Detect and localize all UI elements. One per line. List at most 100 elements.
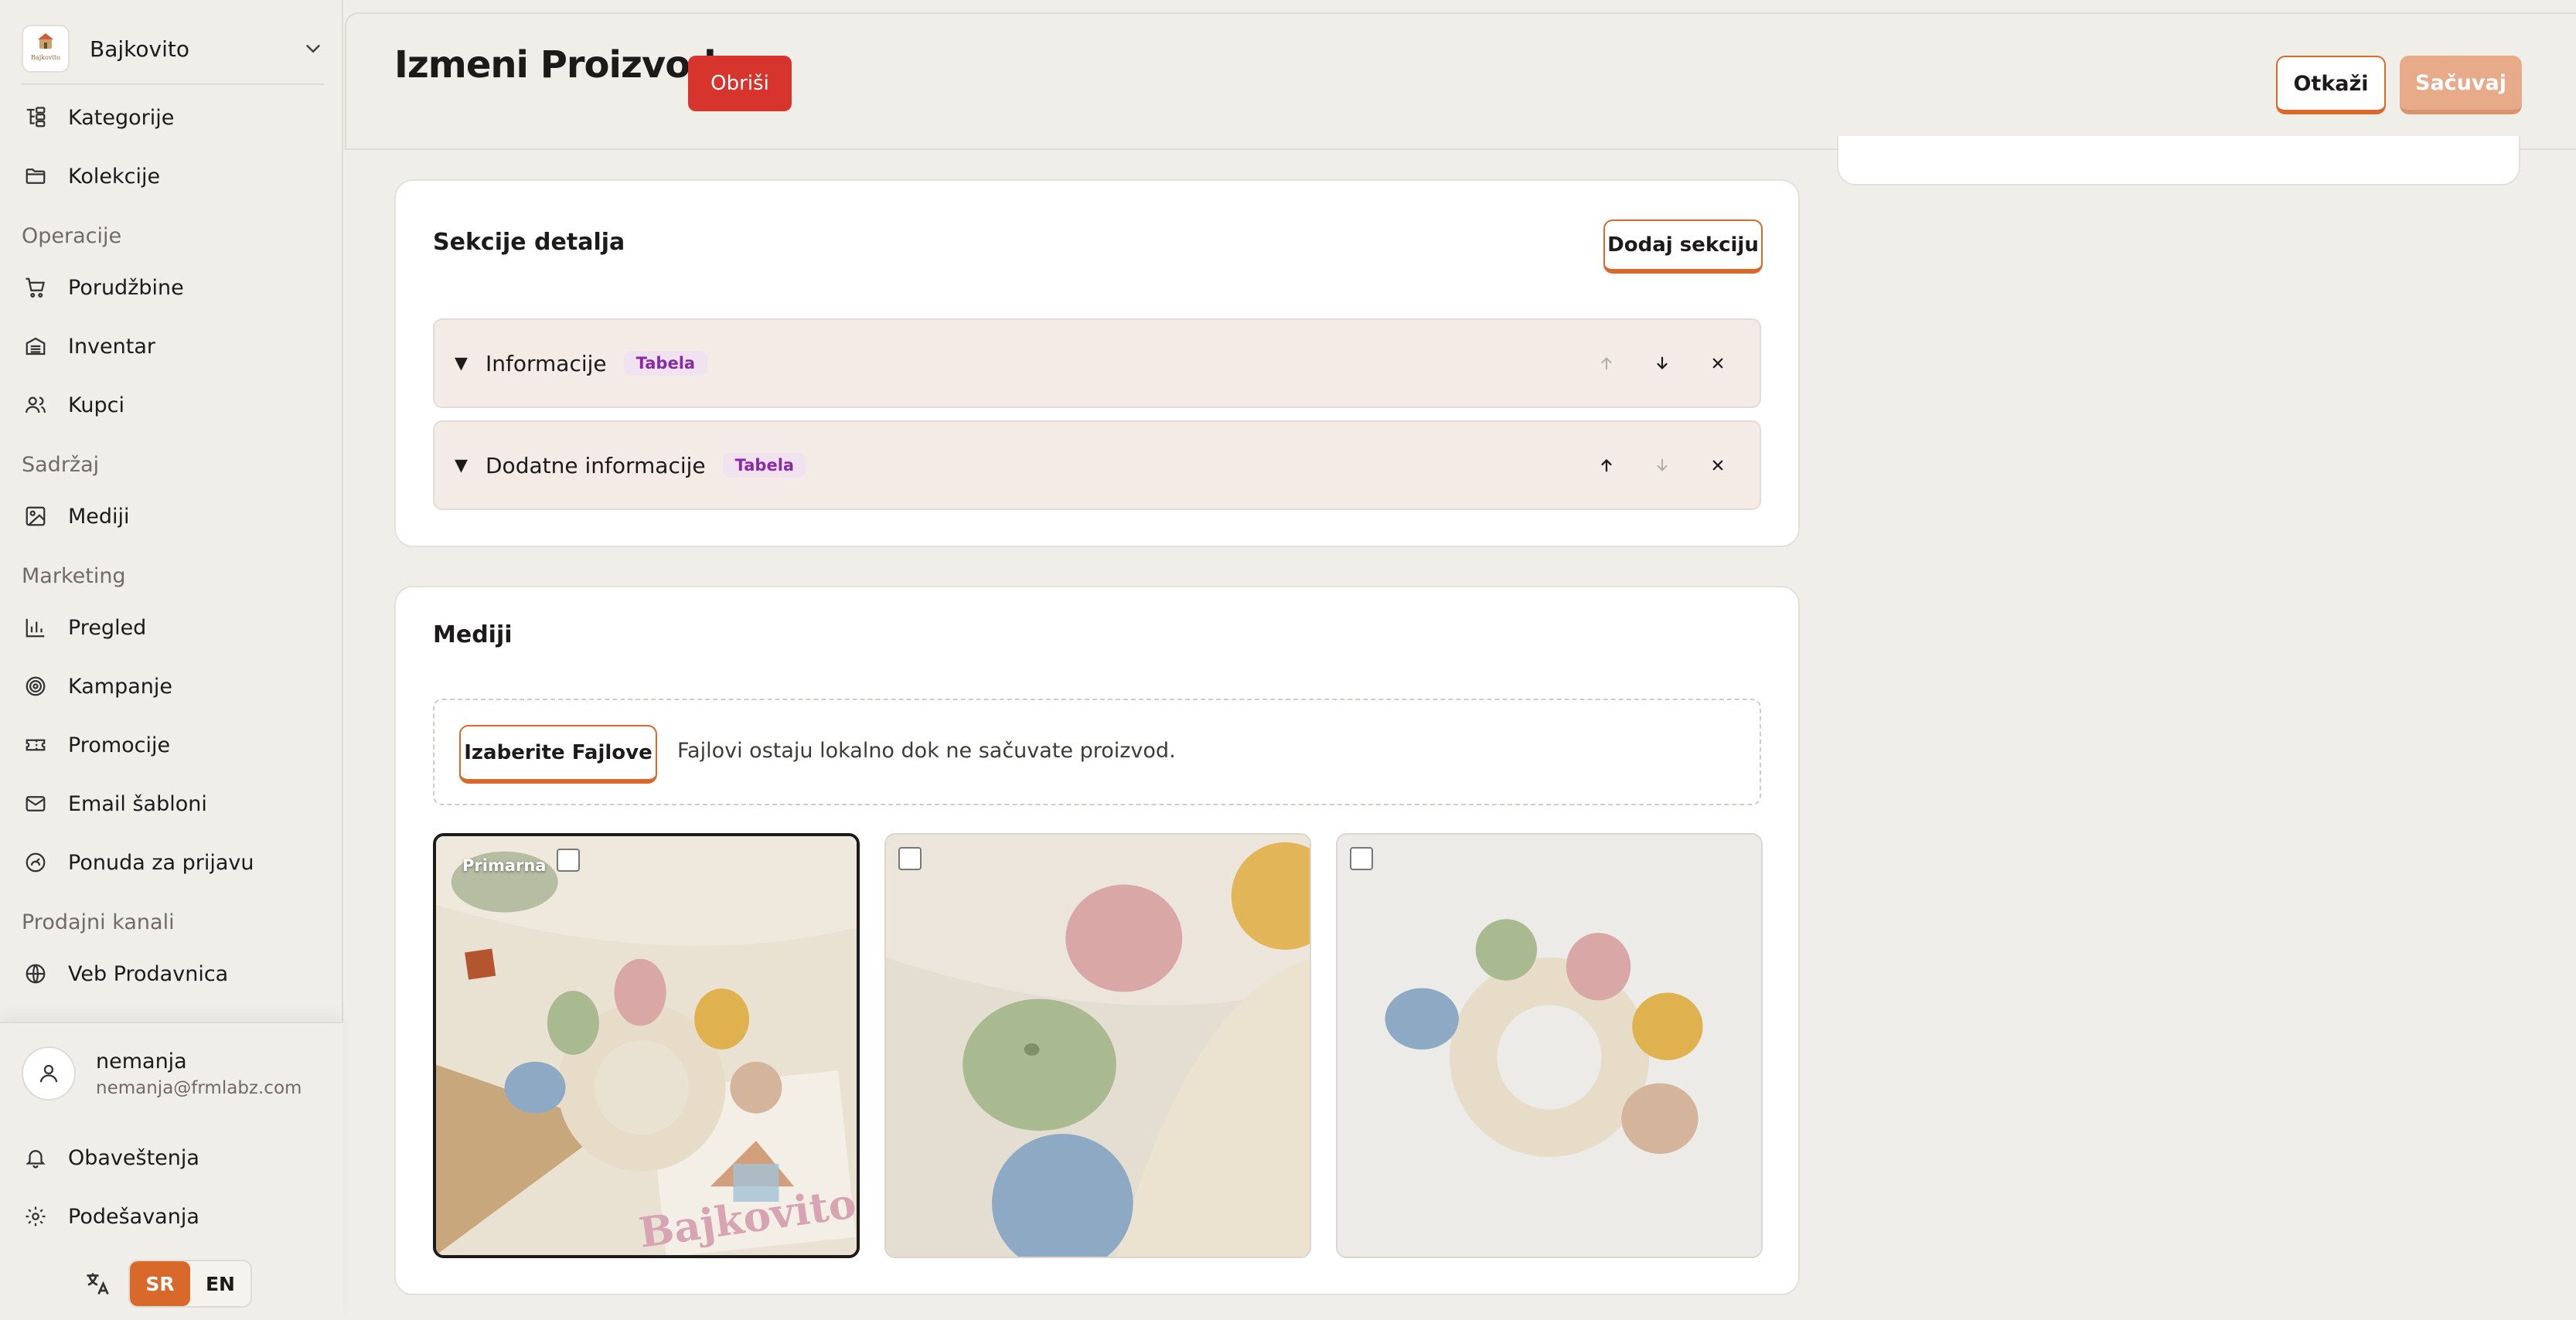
store-logo: Bajkovito bbox=[22, 25, 70, 73]
file-dropzone[interactable]: Izaberite Fajlove Fajlovi ostaju lokalno… bbox=[433, 699, 1761, 805]
media-tile[interactable] bbox=[884, 833, 1311, 1258]
bar-chart-icon bbox=[22, 614, 49, 641]
cancel-button[interactable]: Otkaži bbox=[2276, 56, 2386, 114]
nav-label: Pregled bbox=[68, 615, 147, 640]
section-name: Dodatne informacije bbox=[486, 452, 706, 478]
users-icon bbox=[22, 391, 49, 419]
detail-section-row: ▼ Informacije Tabela bbox=[433, 318, 1761, 408]
section-type-badge: Tabela bbox=[722, 453, 807, 478]
nav-item-overview[interactable]: Pregled bbox=[22, 604, 325, 651]
nav-section-sales-channels: Prodajni kanali bbox=[22, 910, 175, 934]
nav-label: Mediji bbox=[68, 504, 130, 529]
sidebar: Bajkovito Bajkovito Kategorije Kolekcije… bbox=[0, 0, 343, 1320]
nav-item-customers[interactable]: Kupci bbox=[22, 382, 325, 428]
product-photo bbox=[1337, 835, 1761, 1257]
gear-icon bbox=[22, 1203, 49, 1230]
language-option-en[interactable]: EN bbox=[190, 1261, 250, 1306]
move-down-icon[interactable] bbox=[1647, 450, 1678, 481]
store-switcher[interactable]: Bajkovito Bajkovito bbox=[22, 23, 325, 74]
nav-item-notifications[interactable]: Obaveštenja bbox=[22, 1135, 325, 1181]
nav-label: Kategorije bbox=[68, 105, 175, 130]
store-logo-icon: Bajkovito bbox=[31, 33, 60, 61]
nav-label: Kupci bbox=[68, 393, 124, 417]
delete-button[interactable]: Obriši bbox=[688, 56, 792, 111]
nav-label: Ponuda za prijavu bbox=[68, 850, 254, 875]
folder-icon bbox=[22, 162, 49, 190]
language-toggle: SR EN bbox=[128, 1260, 252, 1308]
add-section-button[interactable]: Dodaj sekciju bbox=[1603, 219, 1763, 274]
store-name: Bajkovito bbox=[90, 36, 189, 62]
user-profile[interactable]: nemanja nemanja@frmlabz.com bbox=[22, 1046, 302, 1101]
image-icon bbox=[22, 502, 49, 530]
media-select-checkbox[interactable] bbox=[1350, 847, 1373, 870]
categories-icon bbox=[22, 104, 49, 131]
nav-label: Promocije bbox=[68, 733, 171, 757]
cart-icon bbox=[22, 274, 49, 301]
mail-icon bbox=[22, 790, 49, 818]
nav-item-webshop[interactable]: Veb Prodavnica bbox=[22, 951, 325, 997]
globe-icon bbox=[22, 960, 49, 988]
nav-section-content: Sadržaj bbox=[22, 453, 100, 477]
media-card: Mediji Izaberite Fajlove Fajlovi ostaju … bbox=[394, 586, 1800, 1295]
target-icon bbox=[22, 672, 49, 700]
move-up-icon[interactable] bbox=[1591, 348, 1622, 379]
product-photo: Bajkovito bbox=[436, 836, 857, 1255]
gauge-icon bbox=[22, 849, 49, 876]
primary-badge: Primarna bbox=[462, 856, 547, 875]
nav-item-promotions[interactable]: Promocije bbox=[22, 722, 325, 768]
nav-item-categories[interactable]: Kategorije bbox=[22, 94, 325, 141]
nav-item-settings[interactable]: Podešavanja bbox=[22, 1193, 325, 1240]
detail-sections-card: Sekcije detalja Dodaj sekciju ▼ Informac… bbox=[394, 179, 1800, 547]
sidebar-divider bbox=[22, 83, 325, 85]
dropzone-hint: Fajlovi ostaju lokalno dok ne sačuvate p… bbox=[677, 739, 1176, 763]
nav-label: Kampanje bbox=[68, 674, 172, 699]
side-panel-card bbox=[1837, 136, 2520, 185]
user-email: nemanja@frmlabz.com bbox=[96, 1077, 302, 1098]
nav-label: Veb Prodavnica bbox=[68, 961, 229, 986]
svg-text:Bajkovito: Bajkovito bbox=[31, 54, 60, 61]
nav-label: Porudžbine bbox=[68, 275, 184, 300]
page-title: Izmeni Proizvod bbox=[394, 43, 717, 87]
nav-item-campaigns[interactable]: Kampanje bbox=[22, 663, 325, 709]
user-icon bbox=[39, 1064, 58, 1083]
move-up-icon[interactable] bbox=[1591, 450, 1622, 481]
nav-item-email-templates[interactable]: Email šabloni bbox=[22, 781, 325, 827]
language-option-sr[interactable]: SR bbox=[130, 1261, 190, 1306]
chevron-down-icon[interactable] bbox=[302, 37, 325, 60]
translate-icon bbox=[87, 1273, 109, 1295]
nav-section-marketing: Marketing bbox=[22, 564, 126, 588]
collapse-triangle-icon[interactable]: ▼ bbox=[455, 354, 475, 373]
language-switcher: SR EN bbox=[83, 1260, 252, 1308]
nav-item-media[interactable]: Mediji bbox=[22, 493, 325, 539]
media-select-checkbox[interactable] bbox=[557, 849, 580, 872]
section-type-badge: Tabela bbox=[623, 351, 708, 376]
nav-item-collections[interactable]: Kolekcije bbox=[22, 153, 325, 199]
media-tile[interactable]: Bajkovito Primarna bbox=[433, 833, 860, 1258]
nav-label: Inventar bbox=[68, 334, 156, 359]
nav-label: Podešavanja bbox=[68, 1204, 199, 1229]
ticket-icon bbox=[22, 731, 49, 759]
nav-item-inventory[interactable]: Inventar bbox=[22, 323, 325, 369]
nav-label: Email šabloni bbox=[68, 791, 207, 816]
sidebar-footer: nemanja nemanja@frmlabz.com Obaveštenja … bbox=[0, 1022, 343, 1320]
nav-item-signup-offer[interactable]: Ponuda za prijavu bbox=[22, 839, 325, 886]
remove-section-icon[interactable] bbox=[1702, 348, 1733, 379]
nav-item-orders[interactable]: Porudžbine bbox=[22, 264, 325, 311]
media-title: Mediji bbox=[433, 621, 513, 648]
nav-label: Kolekcije bbox=[68, 164, 161, 189]
move-down-icon[interactable] bbox=[1647, 348, 1678, 379]
warehouse-icon bbox=[22, 332, 49, 360]
nav-section-operations: Operacije bbox=[22, 224, 122, 248]
media-select-checkbox[interactable] bbox=[898, 847, 922, 870]
media-tile[interactable] bbox=[1336, 833, 1763, 1258]
section-name: Informacije bbox=[486, 350, 607, 376]
nav-label: Obaveštenja bbox=[68, 1145, 199, 1170]
page-header: Izmeni Proizvod Obriši Otkaži Sačuvaj bbox=[345, 12, 2576, 150]
save-button[interactable]: Sačuvaj bbox=[2400, 56, 2522, 114]
remove-section-icon[interactable] bbox=[1702, 450, 1733, 481]
choose-files-button[interactable]: Izaberite Fajlove bbox=[459, 725, 657, 784]
collapse-triangle-icon[interactable]: ▼ bbox=[455, 456, 475, 475]
user-name: nemanja bbox=[96, 1049, 187, 1073]
detail-section-row: ▼ Dodatne informacije Tabela bbox=[433, 420, 1761, 510]
bell-icon bbox=[22, 1144, 49, 1172]
